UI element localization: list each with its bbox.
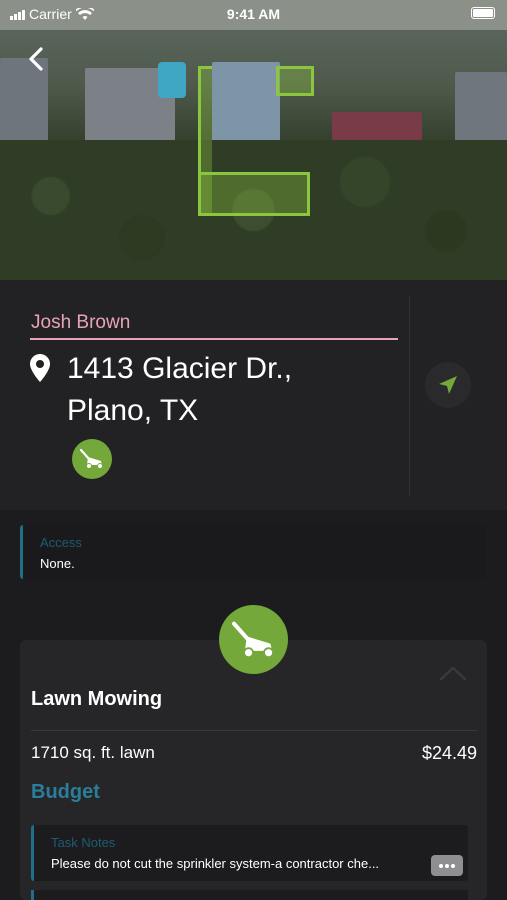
- task-notes-label: Task Notes: [51, 835, 116, 850]
- next-info-card: [31, 890, 468, 900]
- customer-address: 1413 Glacier Dr., Plano, TX: [67, 348, 292, 432]
- task-notes-value: Please do not cut the sprinkler system-a…: [51, 856, 380, 871]
- ellipsis-icon: [451, 863, 455, 868]
- access-label: Access: [40, 535, 82, 550]
- status-bar: Carrier 9:41 AM: [0, 6, 507, 22]
- lawn-mower-icon: [79, 448, 103, 469]
- vertical-divider: [409, 296, 410, 496]
- satellite-map[interactable]: [0, 0, 507, 280]
- task-divider: [31, 730, 477, 731]
- chevron-left-icon[interactable]: [24, 46, 50, 72]
- address-line-1: 1413 Glacier Dr.,: [67, 352, 293, 385]
- lawn-size: 1710 sq. ft. lawn: [31, 743, 155, 762]
- lawn-mower-icon: [231, 621, 274, 658]
- access-value: None.: [40, 556, 75, 571]
- customer-name: Josh Brown: [31, 312, 131, 333]
- status-time: 9:41 AM: [226, 6, 281, 22]
- task-icon-badge: [219, 605, 288, 674]
- navigate-button[interactable]: [425, 362, 471, 408]
- ellipsis-icon: [445, 863, 449, 868]
- address-line-2: Plano, TX: [67, 394, 199, 427]
- chevron-up-icon[interactable]: [438, 664, 468, 682]
- property-boundary: [276, 66, 314, 96]
- more-button[interactable]: [431, 855, 463, 876]
- service-badge: [72, 439, 112, 479]
- task-title: Lawn Mowing: [31, 688, 163, 710]
- map-pool: [158, 62, 186, 98]
- access-info: Access None.: [20, 525, 486, 579]
- name-underline: [30, 338, 398, 340]
- task-price: $24.49: [421, 743, 477, 763]
- budget-link[interactable]: Budget: [31, 781, 100, 804]
- map-pin-icon: [30, 354, 50, 382]
- navigation-arrow-icon: [439, 376, 457, 394]
- property-boundary: [198, 172, 310, 216]
- ellipsis-icon: [439, 863, 443, 868]
- battery-icon: [471, 7, 495, 19]
- task-notes: Task Notes Please do not cut the sprinkl…: [31, 825, 468, 881]
- map-house: [0, 58, 48, 153]
